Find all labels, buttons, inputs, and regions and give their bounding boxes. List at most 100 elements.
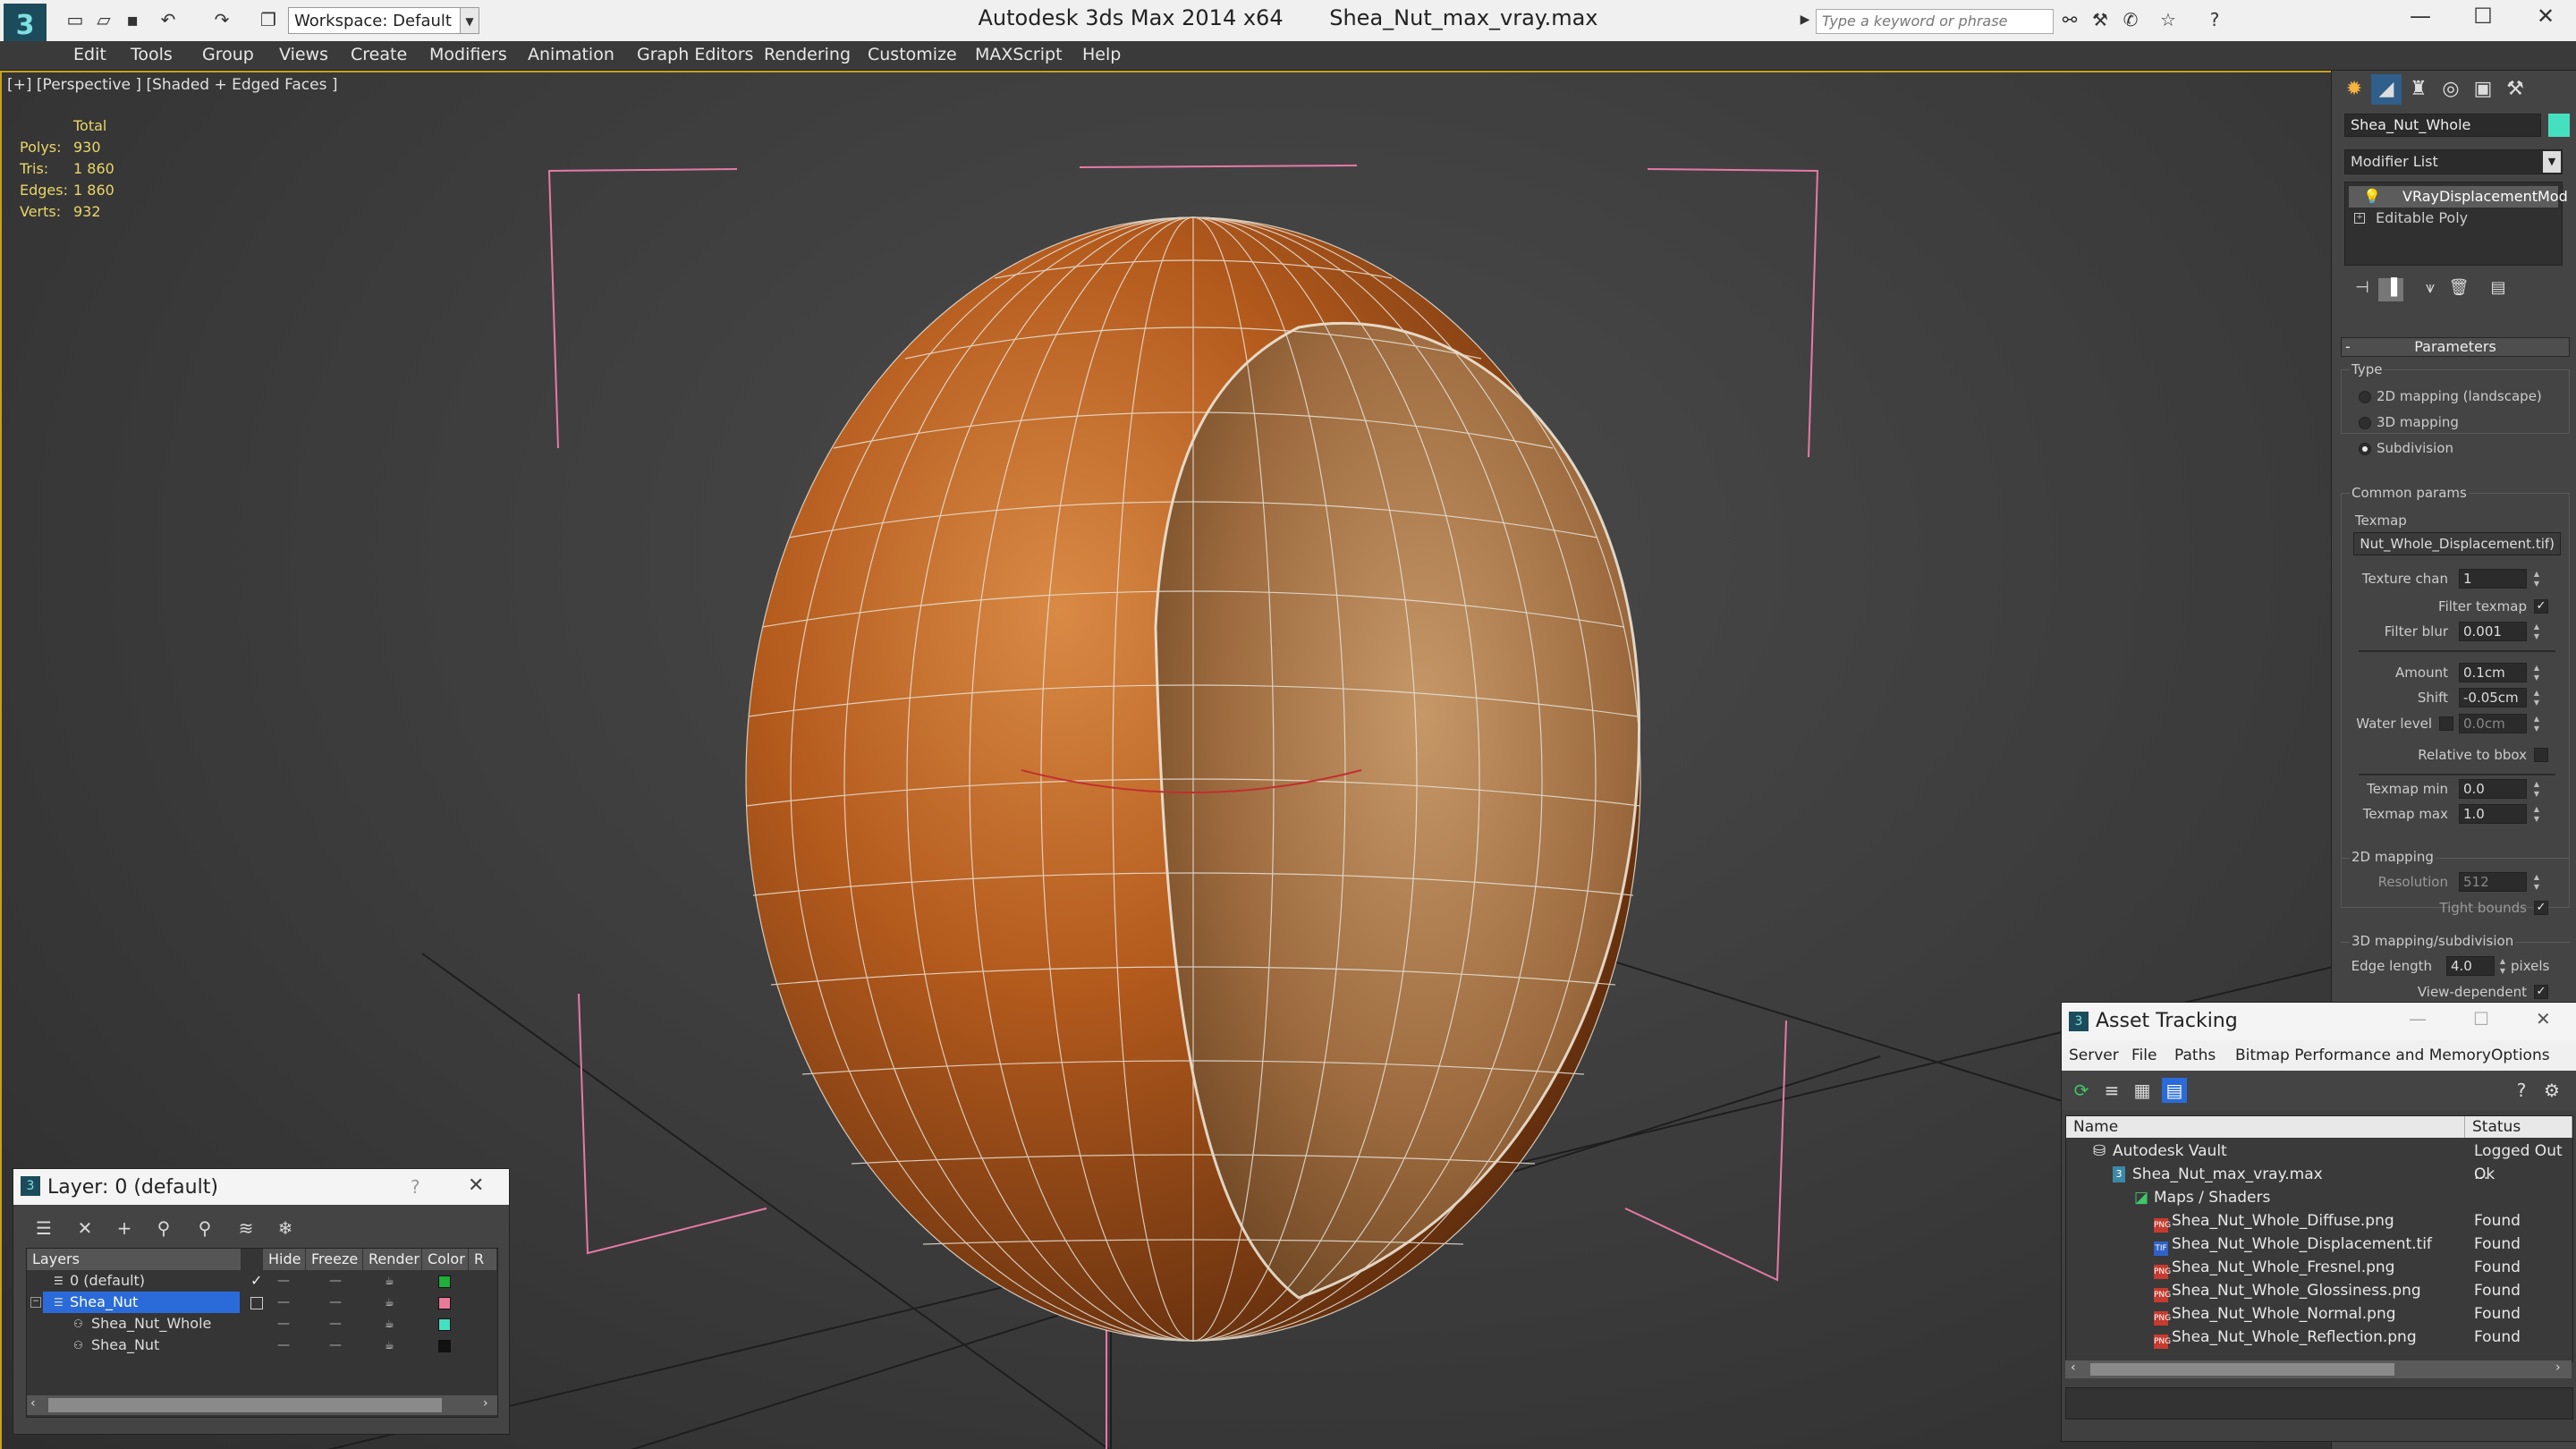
layer-color-swatch[interactable] xyxy=(438,1275,451,1288)
spinner-arrows-icon[interactable]: ▲ ▼ xyxy=(2530,804,2543,824)
hide-toggle[interactable]: — xyxy=(277,1270,290,1292)
hierarchy-tab-icon[interactable]: ♜ xyxy=(2403,74,2434,105)
thumbnail-view-icon[interactable]: ▦ xyxy=(2130,1078,2155,1103)
column-r[interactable]: R xyxy=(469,1249,497,1270)
table-view-icon[interactable]: ▤ xyxy=(2162,1078,2187,1103)
hide-toggle[interactable]: — xyxy=(277,1313,290,1335)
stack-item-vraydisplacementmod[interactable]: 💡 VRayDisplacementMod xyxy=(2349,186,2568,208)
add-layer-icon[interactable]: + xyxy=(112,1217,137,1242)
water-level-spinner[interactable]: 0.0cm xyxy=(2459,714,2527,733)
collapse-minus-icon[interactable]: − xyxy=(30,1297,41,1308)
display-tab-icon[interactable]: ▣ xyxy=(2468,74,2498,105)
highlight-objects-icon[interactable]: ⚲ xyxy=(192,1217,217,1242)
scroll-right-icon[interactable]: › xyxy=(2555,1360,2561,1375)
asset-row[interactable]: PNGShea_Nut_Whole_Reflection.png Found xyxy=(2066,1326,2572,1349)
freeze-toggle[interactable]: — xyxy=(329,1292,342,1313)
motion-tab-icon[interactable]: ◎ xyxy=(2436,74,2466,105)
radio-3d-mapping[interactable] xyxy=(2359,417,2371,429)
relative-bbox-checkbox[interactable] xyxy=(2534,748,2548,762)
favorites-star-icon[interactable]: ☆ xyxy=(2157,9,2179,30)
shift-spinner[interactable]: -0.05cm xyxy=(2459,688,2527,708)
bulb-icon[interactable]: 💡 xyxy=(2363,186,2381,208)
configure-modifier-sets-icon[interactable]: ▤ xyxy=(2486,278,2511,301)
spinner-arrows-icon[interactable]: ▲ ▼ xyxy=(2496,956,2509,976)
parameters-rollout-header[interactable]: - Parameters xyxy=(2341,337,2570,357)
column-hide[interactable]: Hide xyxy=(263,1249,306,1270)
tight-bounds-checkbox[interactable]: ✓ xyxy=(2534,901,2548,915)
layer-row[interactable]: ☰ 0 (default) ✓ — — ☕ xyxy=(27,1270,497,1292)
layer-window-titlebar[interactable]: 3 Layer: 0 (default) ? ✕ xyxy=(13,1169,509,1205)
filter-texmap-checkbox[interactable]: ✓ xyxy=(2534,599,2548,614)
layer-row[interactable]: ⚇ Shea_Nut_Whole — — ☕ xyxy=(27,1313,497,1335)
menu-edit[interactable]: Edit xyxy=(73,45,106,64)
chevron-down-icon[interactable]: ▼ xyxy=(2543,151,2561,173)
menu-modifiers[interactable]: Modifiers xyxy=(429,45,507,64)
menu-maxscript[interactable]: MAXScript xyxy=(975,45,1063,64)
render-teapot-icon[interactable]: ☕ xyxy=(385,1313,394,1335)
asset-row[interactable]: ◪ Maps / Shaders xyxy=(2066,1186,2572,1209)
horizontal-scrollbar[interactable]: ‹ › xyxy=(2065,1360,2572,1378)
maximize-button[interactable]: ☐ xyxy=(2473,1008,2489,1030)
layer-color-swatch[interactable] xyxy=(438,1297,451,1309)
save-file-icon[interactable]: ▪ xyxy=(122,9,143,30)
asset-row[interactable]: PNGShea_Nut_Whole_Fresnel.png Found xyxy=(2066,1256,2572,1279)
stack-item-editable-poly[interactable]: + Editable Poly xyxy=(2349,208,2558,229)
current-layer-check-icon[interactable]: ✓ xyxy=(250,1270,262,1292)
close-button[interactable]: ✕ xyxy=(468,1174,484,1197)
resolution-spinner[interactable]: 512 xyxy=(2459,872,2527,892)
object-name-field[interactable]: Shea_Nut_Whole xyxy=(2344,114,2541,137)
column-layers[interactable]: Layers xyxy=(27,1249,242,1270)
radio-2d-mapping[interactable] xyxy=(2359,391,2371,403)
texture-chan-spinner[interactable]: 1 xyxy=(2459,569,2527,589)
close-button[interactable]: ✕ xyxy=(2536,1008,2551,1030)
scrollbar-thumb[interactable] xyxy=(2090,1363,2394,1376)
column-name[interactable]: Name xyxy=(2066,1116,2465,1138)
delete-layer-icon[interactable]: ✕ xyxy=(72,1217,97,1242)
spinner-arrows-icon[interactable]: ▲ ▼ xyxy=(2530,779,2543,799)
scrollbar-thumb[interactable] xyxy=(48,1398,442,1412)
help-button[interactable]: ? xyxy=(411,1176,420,1198)
layer-row[interactable]: − ☰ Shea_Nut — — ☕ xyxy=(27,1292,497,1313)
render-teapot-icon[interactable]: ☕ xyxy=(385,1270,394,1292)
asset-row[interactable]: 3 Shea_Nut_max_vray.max Ok xyxy=(2066,1163,2572,1186)
freeze-toggle[interactable]: — xyxy=(329,1270,342,1292)
spinner-arrows-icon[interactable]: ▲ ▼ xyxy=(2530,622,2543,641)
communication-icon[interactable]: ✆ xyxy=(2120,9,2141,30)
asset-row[interactable]: PNGShea_Nut_Whole_Normal.png Found xyxy=(2066,1302,2572,1326)
maximize-button[interactable]: ☐ xyxy=(2465,4,2501,29)
freeze-all-layers-icon[interactable]: ❄ xyxy=(273,1217,298,1242)
spinner-arrows-icon[interactable]: ▲ ▼ xyxy=(2530,688,2543,708)
column-color[interactable]: Color xyxy=(422,1249,469,1270)
redo-icon[interactable]: ↷ xyxy=(211,9,233,30)
water-level-checkbox[interactable] xyxy=(2439,716,2453,731)
workspace-dropdown-arrow[interactable]: ▼ xyxy=(460,7,479,34)
asset-row[interactable]: PNGShea_Nut_Whole_Glossiness.png Found xyxy=(2066,1279,2572,1302)
column-freeze[interactable]: Freeze xyxy=(306,1249,363,1270)
refresh-icon[interactable]: ⟳ xyxy=(2069,1078,2094,1103)
view-dependent-checkbox[interactable]: ✓ xyxy=(2534,985,2548,999)
edge-length-spinner[interactable]: 4.0 xyxy=(2446,956,2495,976)
object-color-swatch[interactable] xyxy=(438,1318,451,1331)
scroll-left-icon[interactable]: ‹ xyxy=(2071,1360,2076,1375)
minimize-button[interactable]: — xyxy=(2402,4,2438,29)
search-expand-icon[interactable]: ▶ xyxy=(1794,9,1816,30)
menu-options[interactable]: Options xyxy=(2491,1046,2550,1064)
menu-bitmap-performance[interactable]: Bitmap Performance and Memory xyxy=(2235,1046,2491,1064)
undo-icon[interactable]: ↶ xyxy=(157,9,179,30)
minimize-button[interactable]: — xyxy=(2409,1008,2427,1030)
spinner-arrows-icon[interactable]: ▲ ▼ xyxy=(2530,663,2543,682)
open-file-icon[interactable]: ▱ xyxy=(93,9,114,30)
pin-stack-icon[interactable]: ⊣ xyxy=(2350,278,2375,301)
menu-customize[interactable]: Customize xyxy=(868,45,957,64)
filter-blur-spinner[interactable]: 0.001 xyxy=(2459,622,2527,641)
menu-paths[interactable]: Paths xyxy=(2174,1046,2216,1064)
texmap-button[interactable]: Nut_Whole_Displacement.tif) xyxy=(2353,532,2561,555)
amount-spinner[interactable]: 0.1cm xyxy=(2459,663,2527,682)
menu-tools[interactable]: Tools xyxy=(131,45,173,64)
new-file-icon[interactable]: ▭ xyxy=(64,9,86,30)
hide-all-layers-icon[interactable]: ≋ xyxy=(233,1217,258,1242)
remove-modifier-icon[interactable]: 🗑 xyxy=(2446,278,2471,301)
menu-group[interactable]: Group xyxy=(202,45,254,64)
modify-tab-icon[interactable]: ◢ xyxy=(2371,74,2402,105)
column-render[interactable]: Render xyxy=(363,1249,422,1270)
